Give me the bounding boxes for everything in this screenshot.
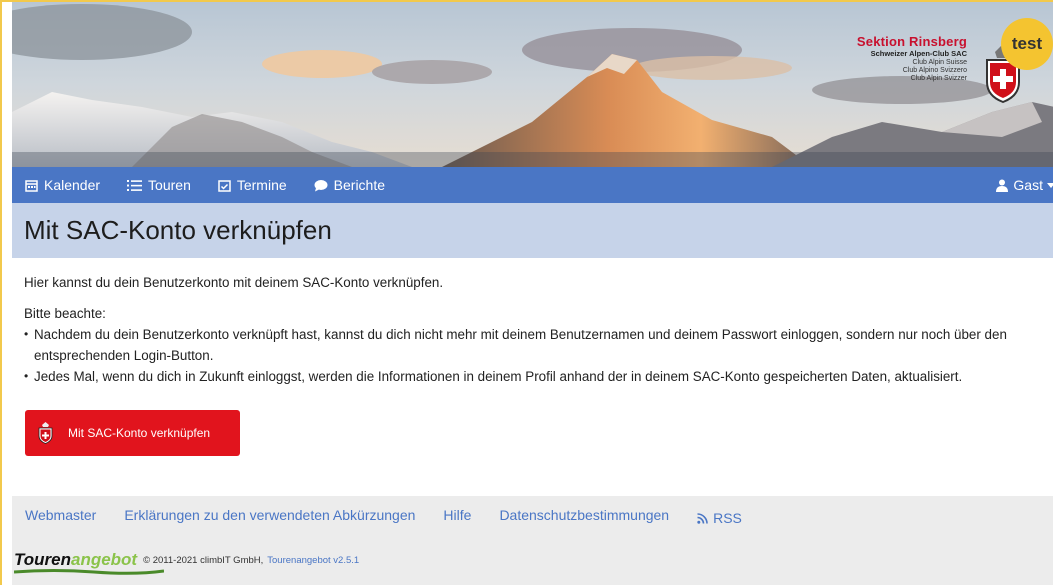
nav-item-label: Kalender (44, 177, 101, 193)
nav-item-label: Touren (148, 177, 191, 193)
calendar-check-icon (218, 179, 231, 192)
footer-link-privacy[interactable]: Datenschutzbestimmungen (499, 507, 669, 523)
main-content: Hier kannst du dein Benutzerkonto mit de… (24, 272, 1049, 387)
page-title: Mit SAC-Konto verknüpfen (24, 215, 332, 245)
note-list: Nachdem du dein Benutzerkonto verknüpft … (24, 324, 1049, 387)
rss-icon (697, 512, 708, 524)
tourenangebot-logo: Touren angebot (14, 549, 164, 575)
list-item: Jedes Mal, wenn du dich in Zukunft einlo… (24, 366, 1049, 387)
calendar-icon (25, 179, 38, 192)
chevron-down-icon (1047, 182, 1053, 188)
nav-item-kalender[interactable]: Kalender (25, 177, 100, 193)
section-title: Sektion Rinsberg (856, 34, 967, 49)
logo-text-part2: angebot (70, 549, 138, 569)
copyright-text: © 2011-2021 climbIT GmbH, (143, 555, 264, 566)
intro-text: Hier kannst du dein Benutzerkonto mit de… (24, 275, 444, 290)
user-icon (996, 179, 1009, 192)
list-icon (127, 179, 143, 191)
footer-link-help[interactable]: Hilfe (443, 507, 471, 523)
club-name-fr: Club Alpin Suisse (912, 58, 967, 66)
club-name-it: Club Alpino Svizzero (902, 66, 967, 74)
button-label: Mit SAC-Konto verknüpfen (68, 426, 211, 440)
main-navbar: Kalender Touren Termine Berichte Gast (12, 167, 1053, 203)
footer-link-webmaster[interactable]: Webmaster (25, 507, 96, 523)
mountain-panorama-image (12, 2, 1053, 167)
user-menu-label: Gast (1013, 177, 1043, 193)
list-item: Nachdem du dein Benutzerkonto verknüpft … (24, 324, 1049, 366)
logo-text-part1: Touren (14, 549, 71, 569)
nav-item-termine[interactable]: Termine (218, 177, 287, 193)
user-menu[interactable]: Gast (996, 177, 1053, 193)
nav-item-label: Berichte (333, 177, 386, 193)
comment-icon (314, 179, 328, 191)
nav-item-label: Termine (236, 177, 287, 193)
club-name-de: Schweizer Alpen-Club SAC (870, 49, 967, 58)
page-title-band: Mit SAC-Konto verknüpfen (12, 203, 1053, 258)
page-frame: Sektion Rinsberg Schweizer Alpen-Club SA… (0, 0, 1053, 585)
footer-link-rss[interactable]: RSS (697, 510, 742, 526)
sac-crest-icon (38, 422, 53, 444)
nav-item-touren[interactable]: Touren (127, 177, 191, 193)
nav-item-berichte[interactable]: Berichte (314, 177, 385, 193)
rss-label: RSS (713, 510, 742, 526)
logo-swoosh-icon (14, 568, 164, 575)
header-banner: Sektion Rinsberg Schweizer Alpen-Club SA… (12, 2, 1053, 167)
footer-links: Webmaster Erklärungen zu den verwendeten… (12, 496, 1053, 534)
note-label: Bitte beachte: (24, 306, 106, 321)
section-branding: Sektion Rinsberg Schweizer Alpen-Club SA… (857, 35, 967, 82)
footer-bottom: Touren angebot © 2011-2021 climbIT GmbH, … (12, 534, 1053, 585)
link-sac-account-button[interactable]: Mit SAC-Konto verknüpfen (25, 410, 240, 456)
test-environment-badge: test (1001, 18, 1053, 70)
footer-link-abbreviations[interactable]: Erklärungen zu den verwendeten Abkürzung… (124, 507, 415, 523)
club-name-rm: Club Alpin Svizzer (910, 74, 967, 82)
version-link[interactable]: Tourenangebot v2.5.1 (267, 555, 359, 566)
